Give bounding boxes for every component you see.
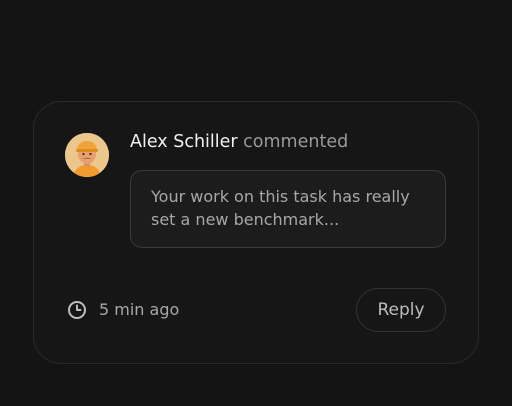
avatar-illustration [65,133,109,177]
reply-button[interactable]: Reply [356,288,446,332]
clock-icon [68,301,86,319]
comment-card: Alex Schiller commented Your work on thi… [33,101,479,364]
timestamp: 5 min ago [67,300,179,320]
avatar [65,133,109,177]
comment-message: Your work on this task has really set a … [130,170,446,248]
timestamp-text: 5 min ago [99,300,180,319]
author-name[interactable]: Alex Schiller [130,132,238,152]
comment-header: Alex Schiller commented [130,131,348,153]
comment-action: commented [243,132,349,152]
